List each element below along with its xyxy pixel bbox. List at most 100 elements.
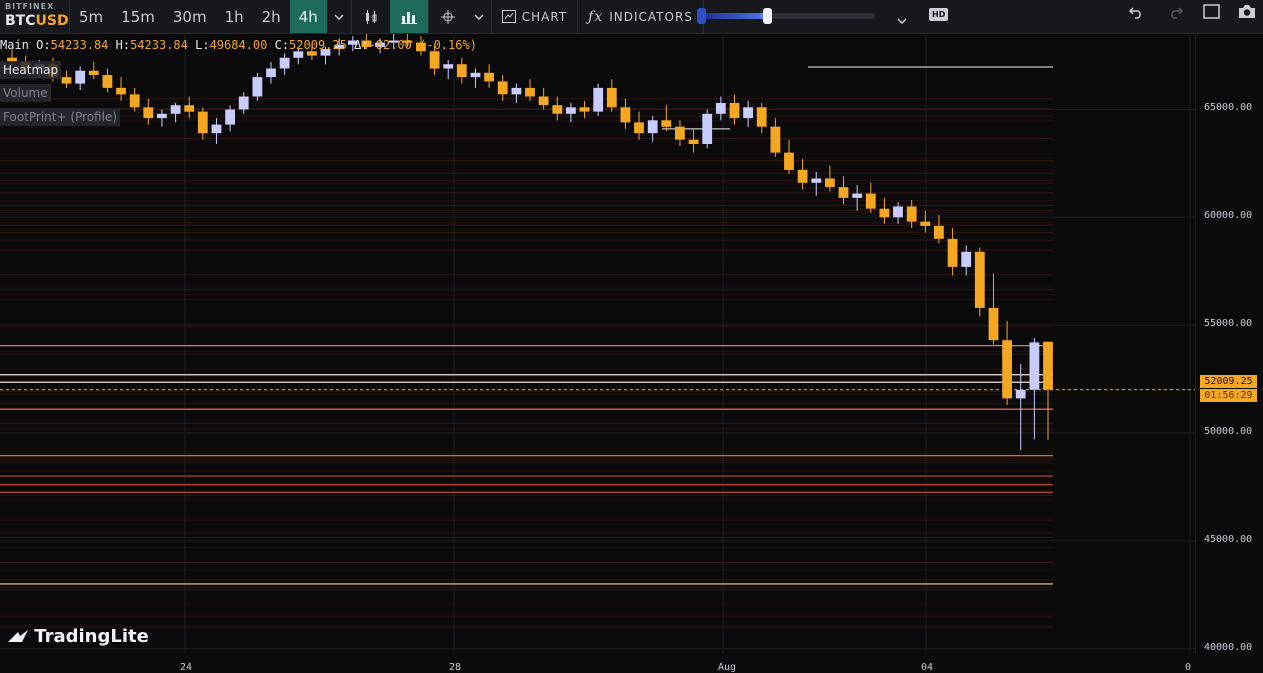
timeframe-4h[interactable]: 4h bbox=[289, 0, 327, 33]
candle-body bbox=[279, 57, 290, 69]
candle-body bbox=[102, 75, 113, 88]
slider-min-handle[interactable] bbox=[697, 8, 706, 24]
timeframe-15m[interactable]: 15m bbox=[112, 0, 164, 33]
candle-body bbox=[566, 107, 576, 114]
chart-background bbox=[0, 34, 1195, 654]
last-price-label: 52009.25 bbox=[1200, 375, 1257, 388]
close-label: C: bbox=[274, 38, 290, 52]
slider-track bbox=[697, 13, 875, 19]
close-value: 52009.25 bbox=[289, 38, 347, 52]
x-tick-label: 24 bbox=[180, 662, 193, 673]
main-pane-label: Main bbox=[0, 38, 29, 52]
indicators-label: INDICATORS bbox=[609, 9, 693, 24]
chart-button[interactable]: CHART bbox=[492, 0, 577, 33]
x-tick-label: 0 bbox=[1185, 662, 1192, 673]
candle-body bbox=[1029, 342, 1040, 390]
candle-body bbox=[1015, 389, 1026, 399]
volume-pane-label[interactable]: Volume bbox=[0, 84, 51, 102]
candle-body bbox=[429, 51, 440, 69]
top-toolbar: BITFINEX BTCUSD 5m 15m 30m 1h 2h 4h CHAR… bbox=[0, 0, 1263, 34]
candle-body bbox=[974, 251, 985, 308]
candle-body bbox=[266, 68, 276, 78]
candle-body bbox=[879, 208, 890, 218]
y-tick-label: 65000.00 bbox=[1204, 102, 1253, 114]
y-tick-label: 55000.00 bbox=[1204, 318, 1253, 330]
candle-body bbox=[443, 64, 454, 69]
candle-body bbox=[293, 51, 304, 58]
high-label: H: bbox=[115, 38, 131, 52]
candle-body bbox=[129, 94, 140, 108]
candle-body bbox=[184, 105, 195, 112]
candle-body bbox=[170, 105, 181, 114]
candle-body bbox=[811, 178, 822, 183]
y-tick-label: 40000.00 bbox=[1204, 641, 1253, 653]
candle-body bbox=[947, 238, 958, 267]
candles-icon[interactable] bbox=[352, 0, 390, 33]
heatmap-pane-label[interactable]: Heatmap bbox=[0, 61, 62, 79]
candle-countdown: 01:56:29 bbox=[1200, 389, 1257, 402]
delta-value: -82.00 bbox=[368, 38, 412, 52]
hd-button[interactable]: HD bbox=[929, 8, 949, 21]
chevron-down-icon[interactable] bbox=[897, 9, 907, 28]
chevron-down-icon[interactable] bbox=[327, 0, 351, 33]
candle-body bbox=[484, 72, 494, 82]
candle-body bbox=[715, 103, 726, 114]
candle-body bbox=[456, 64, 467, 78]
candle-body bbox=[75, 70, 86, 84]
chevron-down-icon[interactable] bbox=[467, 0, 491, 33]
redo-icon[interactable] bbox=[1168, 4, 1184, 23]
y-tick-label: 45000.00 bbox=[1204, 533, 1253, 545]
candle-body bbox=[525, 87, 535, 97]
candle-body bbox=[920, 221, 931, 226]
symbol-selector[interactable]: BITFINEX BTCUSD bbox=[0, 0, 70, 33]
candle-body bbox=[579, 107, 590, 112]
indicators-button[interactable]: ƒx INDICATORS bbox=[578, 0, 703, 33]
timeframe-30m[interactable]: 30m bbox=[164, 0, 216, 33]
candle-body bbox=[538, 96, 549, 106]
heatmap-range-slider[interactable] bbox=[697, 8, 877, 24]
chart-icon bbox=[501, 10, 516, 23]
candle-body bbox=[661, 120, 672, 127]
open-value: 54233.84 bbox=[50, 38, 109, 52]
candle-body bbox=[225, 109, 235, 125]
exchange-label: BITFINEX bbox=[5, 2, 55, 11]
candle-body bbox=[934, 225, 944, 239]
chart-plot[interactable] bbox=[0, 34, 1195, 654]
camera-icon[interactable] bbox=[1238, 4, 1256, 23]
ohlc-legend: Main O:54233.84 H:54233.84 L:49684.00 C:… bbox=[0, 38, 477, 52]
x-tick-label: Aug bbox=[718, 662, 737, 673]
bars-icon[interactable] bbox=[389, 0, 428, 33]
candle-body bbox=[252, 77, 263, 97]
candle-body bbox=[552, 105, 563, 114]
logo-text: TradingLite bbox=[34, 626, 149, 647]
candle-body bbox=[157, 113, 167, 119]
candle-body bbox=[606, 87, 617, 108]
candle-body bbox=[702, 113, 713, 144]
open-label: O: bbox=[36, 38, 51, 52]
candle-body bbox=[688, 139, 699, 144]
high-value: 54233.84 bbox=[130, 38, 188, 52]
x-tick-label: 28 bbox=[449, 662, 462, 673]
candle-body bbox=[116, 87, 126, 95]
candle-body bbox=[1043, 341, 1053, 390]
crosshair-icon[interactable] bbox=[429, 0, 467, 33]
timeframe-1h[interactable]: 1h bbox=[216, 0, 253, 33]
window-icon[interactable] bbox=[1203, 4, 1220, 23]
candle-body bbox=[961, 251, 972, 267]
candle-body bbox=[88, 70, 99, 75]
footprint-pane-label[interactable]: FootPrint+ (Profile) bbox=[0, 108, 121, 126]
slider-max-handle[interactable] bbox=[763, 8, 772, 24]
candle-body bbox=[61, 77, 72, 84]
low-value: 49684.00 bbox=[209, 38, 268, 52]
price-axis[interactable] bbox=[1195, 34, 1263, 654]
candle-body bbox=[770, 126, 781, 153]
timeframe-5m[interactable]: 5m bbox=[70, 0, 112, 33]
candle-body bbox=[756, 107, 767, 127]
candle-body bbox=[797, 169, 808, 183]
candle-body bbox=[675, 126, 685, 140]
candle-body bbox=[497, 81, 508, 95]
undo-icon[interactable] bbox=[1128, 4, 1144, 23]
candle-body bbox=[906, 206, 917, 222]
candle-body bbox=[470, 72, 481, 78]
timeframe-2h[interactable]: 2h bbox=[253, 0, 290, 33]
